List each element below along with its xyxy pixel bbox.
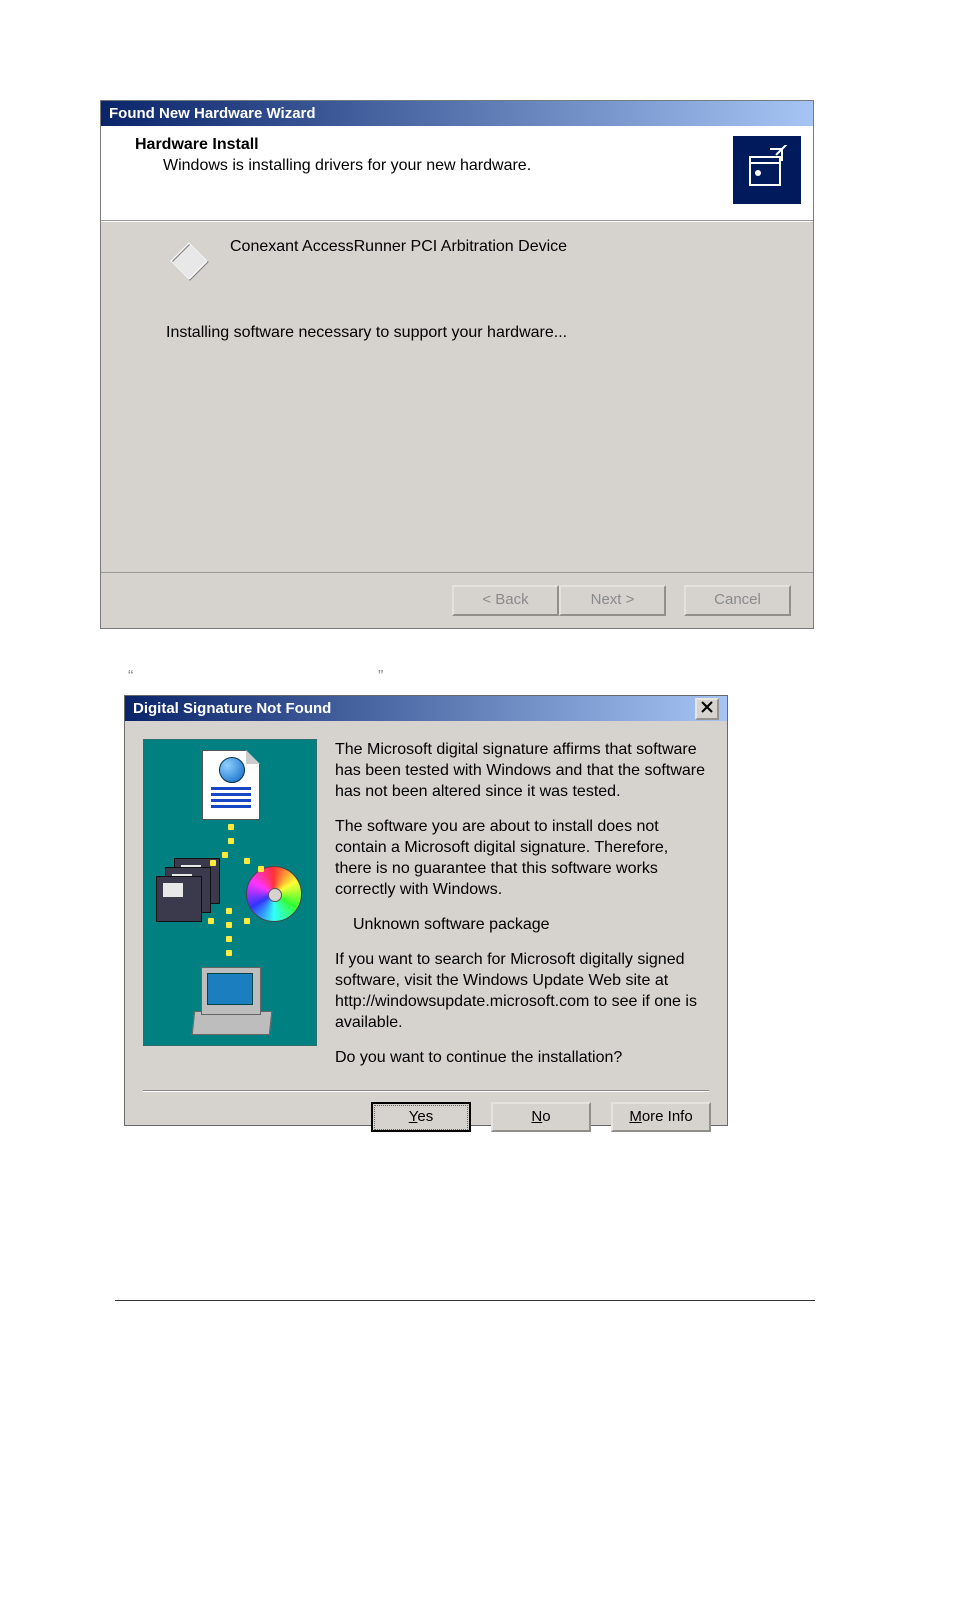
sig-titlebar[interactable]: Digital Signature Not Found — [125, 696, 727, 721]
sig-message-text: The Microsoft digital signature affirms … — [335, 739, 709, 1082]
sig-button-bar: Yes No More Info — [125, 1092, 727, 1146]
no-button[interactable]: No — [491, 1102, 591, 1132]
wizard-titlebar[interactable]: Found New Hardware Wizard — [101, 101, 813, 126]
sig-paragraph-2: The software you are about to install do… — [335, 816, 709, 900]
sig-paragraph-4: Do you want to continue the installation… — [335, 1047, 709, 1068]
footer-divider — [115, 1300, 815, 1301]
sig-package-name: Unknown software package — [353, 914, 709, 935]
install-status-text: Installing software necessary to support… — [166, 324, 793, 342]
digital-signature-dialog: Digital Signature Not Found — [124, 695, 728, 1126]
more-info-button[interactable]: More Info — [611, 1102, 711, 1132]
hardware-install-icon — [733, 136, 801, 204]
more-label-rest: ore Info — [642, 1108, 693, 1125]
quote-open: “ — [128, 668, 133, 686]
device-chip-icon — [166, 238, 214, 286]
device-name: Conexant AccessRunner PCI Arbitration De… — [230, 238, 567, 256]
wizard-header: Hardware Install Windows is installing d… — [101, 126, 813, 221]
sig-paragraph-1: The Microsoft digital signature affirms … — [335, 739, 709, 802]
wizard-body: Conexant AccessRunner PCI Arbitration De… — [101, 221, 813, 572]
wizard-header-subtitle: Windows is installing drivers for your n… — [163, 157, 798, 175]
found-new-hardware-wizard-dialog: Found New Hardware Wizard Hardware Insta… — [100, 100, 814, 629]
sig-paragraph-3: If you want to search for Microsoft digi… — [335, 949, 709, 1033]
wizard-title: Found New Hardware Wizard — [109, 105, 316, 122]
sig-title: Digital Signature Not Found — [133, 700, 331, 717]
next-button: Next > — [559, 585, 666, 616]
quote-close: ” — [378, 668, 383, 686]
yes-label-rest: es — [417, 1108, 433, 1125]
no-label-rest: o — [542, 1108, 550, 1125]
cancel-button: Cancel — [684, 585, 791, 616]
signature-graphic-icon — [143, 739, 317, 1046]
yes-button[interactable]: Yes — [371, 1102, 471, 1132]
wizard-button-bar: < Back Next > Cancel — [101, 572, 813, 628]
wizard-header-title: Hardware Install — [135, 136, 798, 154]
back-button: < Back — [452, 585, 559, 616]
close-button[interactable] — [695, 698, 719, 720]
